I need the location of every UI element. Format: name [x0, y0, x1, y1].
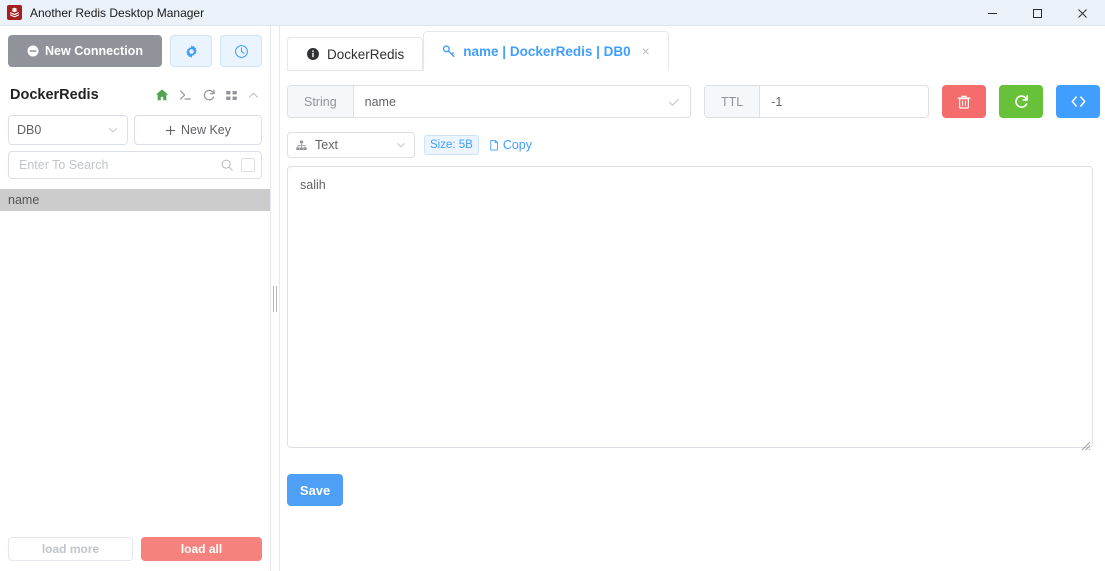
- window-controls: [970, 0, 1105, 26]
- plus-circle-icon: [27, 45, 39, 57]
- hierarchy-icon: [296, 140, 307, 150]
- regex-search-checkbox[interactable]: [241, 158, 255, 172]
- key-editor-panel: String TTL: [280, 71, 1105, 506]
- connection-header: DockerRedis: [0, 87, 270, 103]
- close-button[interactable]: [1060, 0, 1105, 26]
- key-type-label: String: [288, 86, 354, 117]
- format-select-value: Text: [315, 138, 338, 152]
- redis-logo-icon: [7, 5, 22, 20]
- window-titlebar: Another Redis Desktop Manager: [0, 0, 1105, 26]
- key-search-box[interactable]: [8, 151, 262, 179]
- home-icon[interactable]: [155, 88, 169, 102]
- key-header-row: String TTL: [287, 85, 1100, 118]
- clock-icon: [234, 44, 248, 58]
- settings-button[interactable]: [170, 35, 212, 67]
- new-connection-button[interactable]: New Connection: [8, 35, 162, 67]
- key-name-group: String: [287, 85, 691, 118]
- chevron-down-icon: [397, 143, 405, 148]
- copy-button[interactable]: Copy: [488, 138, 532, 152]
- maximize-button[interactable]: [1015, 0, 1060, 26]
- grid-icon[interactable]: [225, 89, 238, 102]
- value-toolbar-row: Text Size: 5B Copy: [287, 132, 1091, 158]
- refresh-icon: [1014, 94, 1028, 108]
- key-name-input[interactable]: [362, 93, 659, 110]
- connection-name: DockerRedis: [10, 87, 99, 103]
- ttl-input[interactable]: [769, 93, 928, 110]
- copy-label: Copy: [502, 138, 533, 152]
- save-button[interactable]: Save: [287, 474, 343, 506]
- splitter-grip-icon: [273, 285, 277, 312]
- tab-bar: DockerRedis name | DockerRedis | DB0 ×: [280, 26, 1105, 71]
- key-name-field[interactable]: [354, 86, 690, 117]
- maximize-icon: [1033, 8, 1042, 18]
- ttl-field[interactable]: [760, 86, 928, 117]
- close-icon: [1078, 8, 1087, 18]
- search-input[interactable]: [17, 157, 220, 173]
- load-more-button[interactable]: load more: [8, 537, 133, 561]
- key-list: name: [0, 189, 270, 211]
- content-area: DockerRedis name | DockerRedis | DB0 × S…: [280, 26, 1105, 571]
- new-key-button[interactable]: New Key: [134, 115, 262, 145]
- chevron-up-icon[interactable]: [247, 89, 260, 102]
- refresh-key-button[interactable]: [999, 85, 1043, 118]
- tab-close-icon[interactable]: ×: [642, 43, 650, 59]
- tab-dockerredis[interactable]: DockerRedis: [287, 37, 424, 71]
- ttl-label: TTL: [705, 86, 761, 117]
- search-icon[interactable]: [220, 158, 234, 172]
- value-editor-wrap: [287, 158, 1093, 453]
- key-search-row: [0, 151, 270, 179]
- main-layout: New Connection DockerRedis DB0 New Key E…: [0, 26, 1105, 571]
- ttl-group: TTL: [704, 85, 929, 118]
- minimize-icon: [988, 12, 997, 14]
- chevron-down-icon: [109, 128, 117, 133]
- sidebar-splitter[interactable]: [271, 26, 280, 571]
- code-icon: [1071, 96, 1085, 107]
- list-item[interactable]: name: [0, 189, 270, 211]
- info-icon: [307, 48, 319, 60]
- new-key-label: New Key: [180, 123, 232, 137]
- format-select[interactable]: Text: [287, 132, 415, 158]
- tab-key-detail[interactable]: name | DockerRedis | DB0 ×: [423, 31, 669, 71]
- trash-icon: [957, 95, 971, 109]
- key-item-label: name: [8, 193, 40, 207]
- tab-label: name | DockerRedis | DB0: [463, 43, 631, 59]
- gear-icon: [185, 44, 197, 58]
- size-badge: Size: 5B: [424, 135, 479, 155]
- database-row: DB0 New Key: [0, 115, 270, 145]
- history-button[interactable]: [220, 35, 262, 67]
- key-icon: [443, 45, 455, 58]
- value-textarea[interactable]: [287, 166, 1093, 448]
- minimize-button[interactable]: [970, 0, 1015, 26]
- connections-sidebar: New Connection DockerRedis DB0 New Key E…: [0, 26, 271, 571]
- database-select[interactable]: DB0: [8, 115, 128, 145]
- code-view-button[interactable]: [1056, 85, 1100, 118]
- new-connection-label: New Connection: [45, 44, 143, 58]
- window-title: Another Redis Desktop Manager: [30, 5, 205, 20]
- plus-icon: [165, 125, 176, 135]
- tab-label: DockerRedis: [327, 46, 405, 62]
- check-icon[interactable]: [667, 95, 681, 109]
- delete-key-button[interactable]: [942, 85, 986, 118]
- sidebar-toolbar: New Connection: [0, 26, 270, 67]
- document-copy-icon: [490, 139, 498, 150]
- database-select-value: DB0: [17, 123, 42, 137]
- connection-action-icons: [155, 88, 260, 102]
- load-all-button[interactable]: load all: [141, 537, 262, 561]
- console-icon[interactable]: [178, 88, 193, 102]
- refresh-icon[interactable]: [202, 88, 216, 102]
- key-list-footer: load more load all: [0, 537, 270, 561]
